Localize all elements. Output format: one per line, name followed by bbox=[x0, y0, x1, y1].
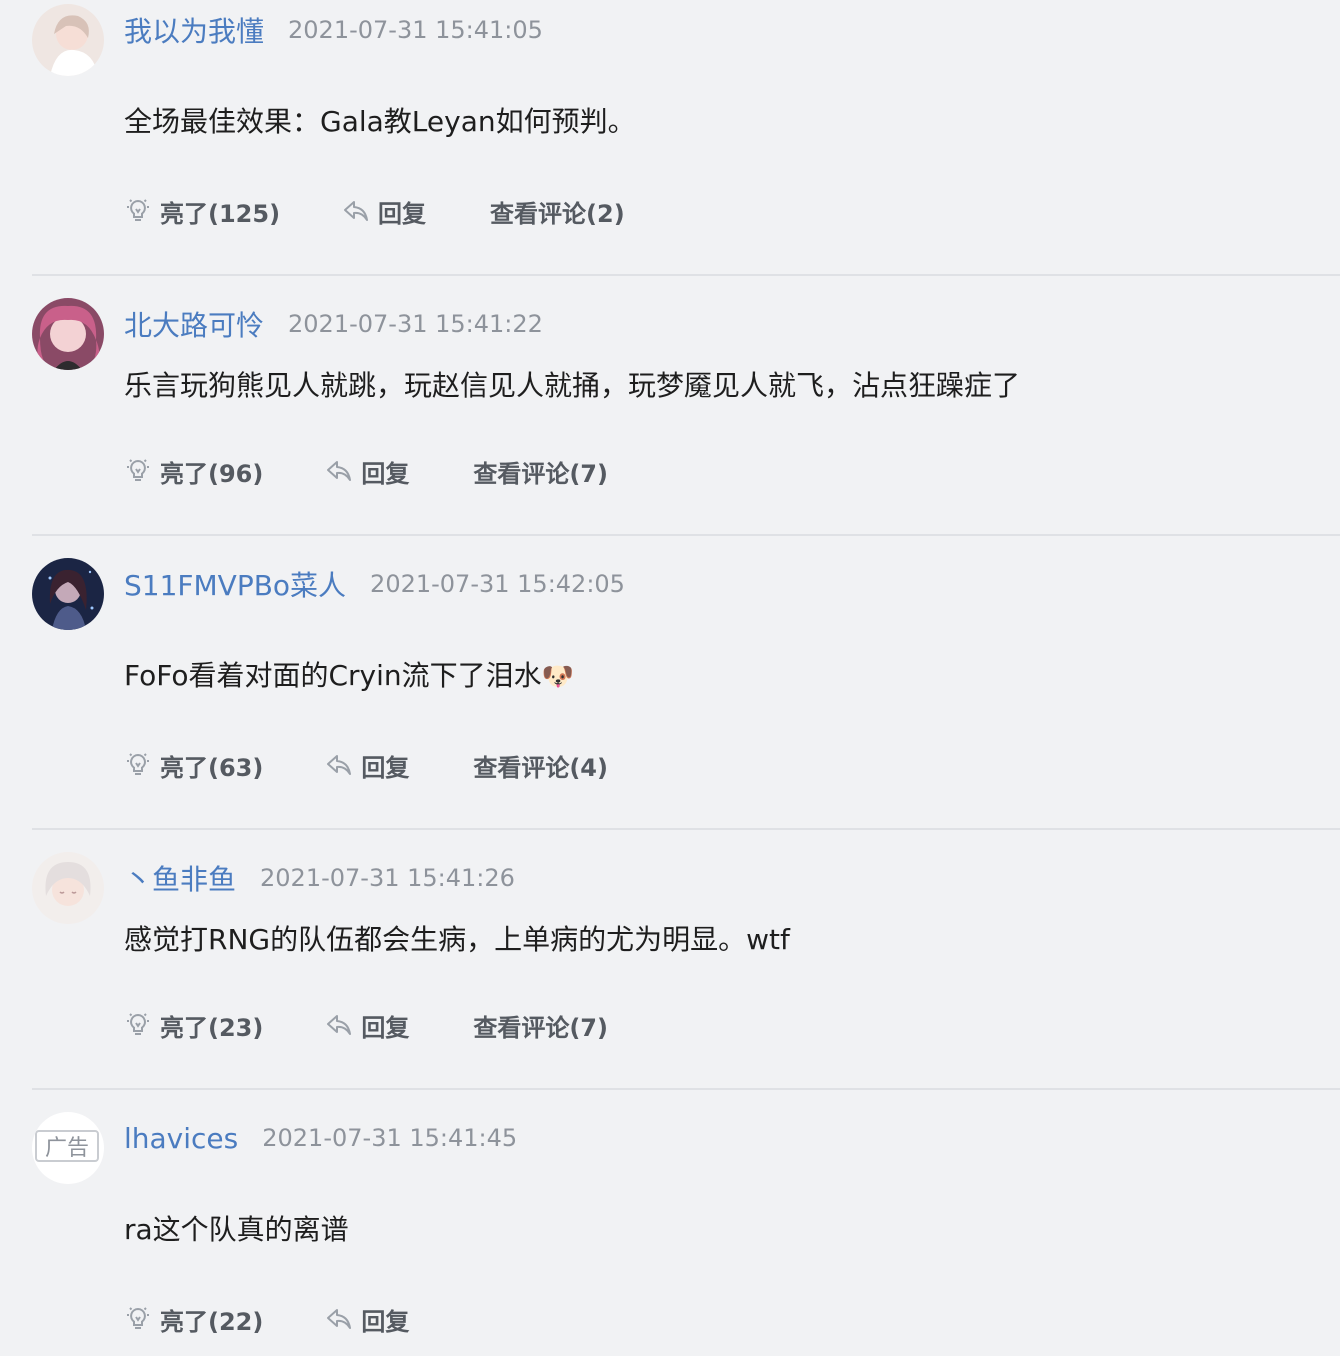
timestamp: 2021-07-31 15:41:22 bbox=[288, 310, 543, 338]
username[interactable]: lhavices bbox=[124, 1122, 238, 1155]
view-comments-label: 查看评论(7) bbox=[473, 1013, 608, 1042]
timestamp: 2021-07-31 15:41:05 bbox=[288, 16, 543, 44]
view-comments-button[interactable]: 查看评论(4) bbox=[473, 748, 608, 783]
like-count: 亮了(125) bbox=[160, 199, 281, 228]
comment-header: 我以为我懂 2021-07-31 15:41:05 bbox=[124, 10, 543, 50]
ad-label: 广告 bbox=[44, 1136, 89, 1161]
reply-button[interactable]: 回复 bbox=[325, 748, 409, 783]
view-comments-button[interactable]: 查看评论(7) bbox=[473, 454, 608, 489]
comment-actions: 亮了(22) 回复 bbox=[124, 1301, 409, 1337]
comment-header: lhavices 2021-07-31 15:41:45 bbox=[124, 1118, 517, 1158]
reply-label: 回复 bbox=[361, 1013, 410, 1042]
reply-label: 回复 bbox=[361, 459, 410, 488]
lightbulb-icon bbox=[127, 1013, 149, 1035]
reply-button[interactable]: 回复 bbox=[325, 1302, 409, 1337]
timestamp: 2021-07-31 15:41:26 bbox=[260, 864, 515, 892]
ad-avatar[interactable]: 广告 bbox=[32, 1112, 104, 1184]
like-button[interactable]: 亮了(125) bbox=[124, 194, 280, 229]
lightbulb-icon bbox=[127, 753, 149, 775]
comment-text-body: FoFo看着对面的Cryin流下了泪水 bbox=[124, 659, 542, 692]
like-count: 亮了(23) bbox=[160, 1013, 264, 1042]
comment-item: 北大路可怜 2021-07-31 15:41:22 乐言玩狗熊见人就跳，玩赵信见… bbox=[32, 298, 1340, 536]
timestamp: 2021-07-31 15:41:45 bbox=[262, 1124, 518, 1152]
lightbulb-icon bbox=[127, 199, 149, 221]
comment-actions: 亮了(96) 回复 查看评论(7) bbox=[124, 453, 608, 489]
ad-badge: 广告 bbox=[35, 1130, 99, 1162]
view-comments-label: 查看评论(2) bbox=[490, 199, 625, 228]
comment-item: 我以为我懂 2021-07-31 15:41:05 全场最佳效果：Gala教Le… bbox=[32, 4, 1340, 276]
view-comments-label: 查看评论(7) bbox=[473, 459, 608, 488]
comment-actions: 亮了(63) 回复 查看评论(4) bbox=[124, 747, 608, 783]
like-button[interactable]: 亮了(63) bbox=[124, 748, 263, 783]
like-button[interactable]: 亮了(22) bbox=[124, 1302, 263, 1337]
comment-header: 丶鱼非鱼 2021-07-31 15:41:26 bbox=[124, 858, 515, 898]
view-comments-label: 查看评论(4) bbox=[473, 753, 608, 782]
reply-arrow-icon bbox=[327, 461, 352, 481]
username[interactable]: 北大路可怜 bbox=[124, 304, 264, 344]
avatar[interactable] bbox=[32, 298, 104, 370]
like-button[interactable]: 亮了(23) bbox=[124, 1008, 263, 1043]
avatar[interactable] bbox=[32, 558, 104, 630]
comment-item: S11FMVPBo菜人 2021-07-31 15:42:05 FoFo看着对面… bbox=[32, 558, 1340, 830]
comment-actions: 亮了(125) 回复 查看评论(2) bbox=[124, 193, 625, 229]
like-count: 亮了(22) bbox=[160, 1307, 264, 1336]
username[interactable]: 我以为我懂 bbox=[124, 10, 264, 50]
lightbulb-icon bbox=[127, 1307, 149, 1329]
timestamp: 2021-07-31 15:42:05 bbox=[370, 570, 625, 598]
comment-text: FoFo看着对面的Cryin流下了泪水🐶 bbox=[124, 654, 574, 694]
view-comments-button[interactable]: 查看评论(2) bbox=[490, 194, 625, 229]
like-count: 亮了(63) bbox=[160, 753, 264, 782]
comment-item: 丶鱼非鱼 2021-07-31 15:41:26 感觉打RNG的队伍都会生病，上… bbox=[32, 852, 1340, 1090]
comment-text: ra这个队真的离谱 bbox=[124, 1213, 349, 1246]
reply-button[interactable]: 回复 bbox=[325, 454, 409, 489]
reply-arrow-icon bbox=[327, 1309, 352, 1329]
avatar[interactable] bbox=[32, 4, 104, 76]
reply-arrow-icon bbox=[327, 755, 352, 775]
comment-item: 广告 lhavices 2021-07-31 15:41:45 ra这个队真的离… bbox=[32, 1112, 1340, 1356]
avatar[interactable] bbox=[32, 852, 104, 924]
comment-text: 乐言玩狗熊见人就跳，玩赵信见人就捅，玩梦魇见人就飞，沾点狂躁症了 bbox=[124, 369, 1021, 402]
comment-actions: 亮了(23) 回复 查看评论(7) bbox=[124, 1007, 608, 1043]
reply-button[interactable]: 回复 bbox=[342, 194, 426, 229]
dog-emoji: 🐶 bbox=[541, 662, 575, 692]
comment-text: 全场最佳效果：Gala教Leyan如何预判。 bbox=[124, 105, 636, 138]
reply-arrow-icon bbox=[327, 1015, 352, 1035]
username[interactable]: 丶鱼非鱼 bbox=[124, 858, 236, 898]
comment-text: 感觉打RNG的队伍都会生病，上单病的尤为明显。wtf bbox=[124, 923, 790, 956]
like-count: 亮了(96) bbox=[160, 459, 264, 488]
reply-arrow-icon bbox=[344, 201, 369, 221]
username[interactable]: S11FMVPBo菜人 bbox=[124, 564, 346, 604]
view-comments-button[interactable]: 查看评论(7) bbox=[473, 1008, 608, 1043]
comment-header: S11FMVPBo菜人 2021-07-31 15:42:05 bbox=[124, 564, 625, 604]
reply-label: 回复 bbox=[361, 1307, 410, 1336]
reply-button[interactable]: 回复 bbox=[325, 1008, 409, 1043]
lightbulb-icon bbox=[127, 459, 149, 481]
reply-label: 回复 bbox=[361, 753, 410, 782]
like-button[interactable]: 亮了(96) bbox=[124, 454, 263, 489]
comment-header: 北大路可怜 2021-07-31 15:41:22 bbox=[124, 304, 543, 344]
reply-label: 回复 bbox=[378, 199, 427, 228]
